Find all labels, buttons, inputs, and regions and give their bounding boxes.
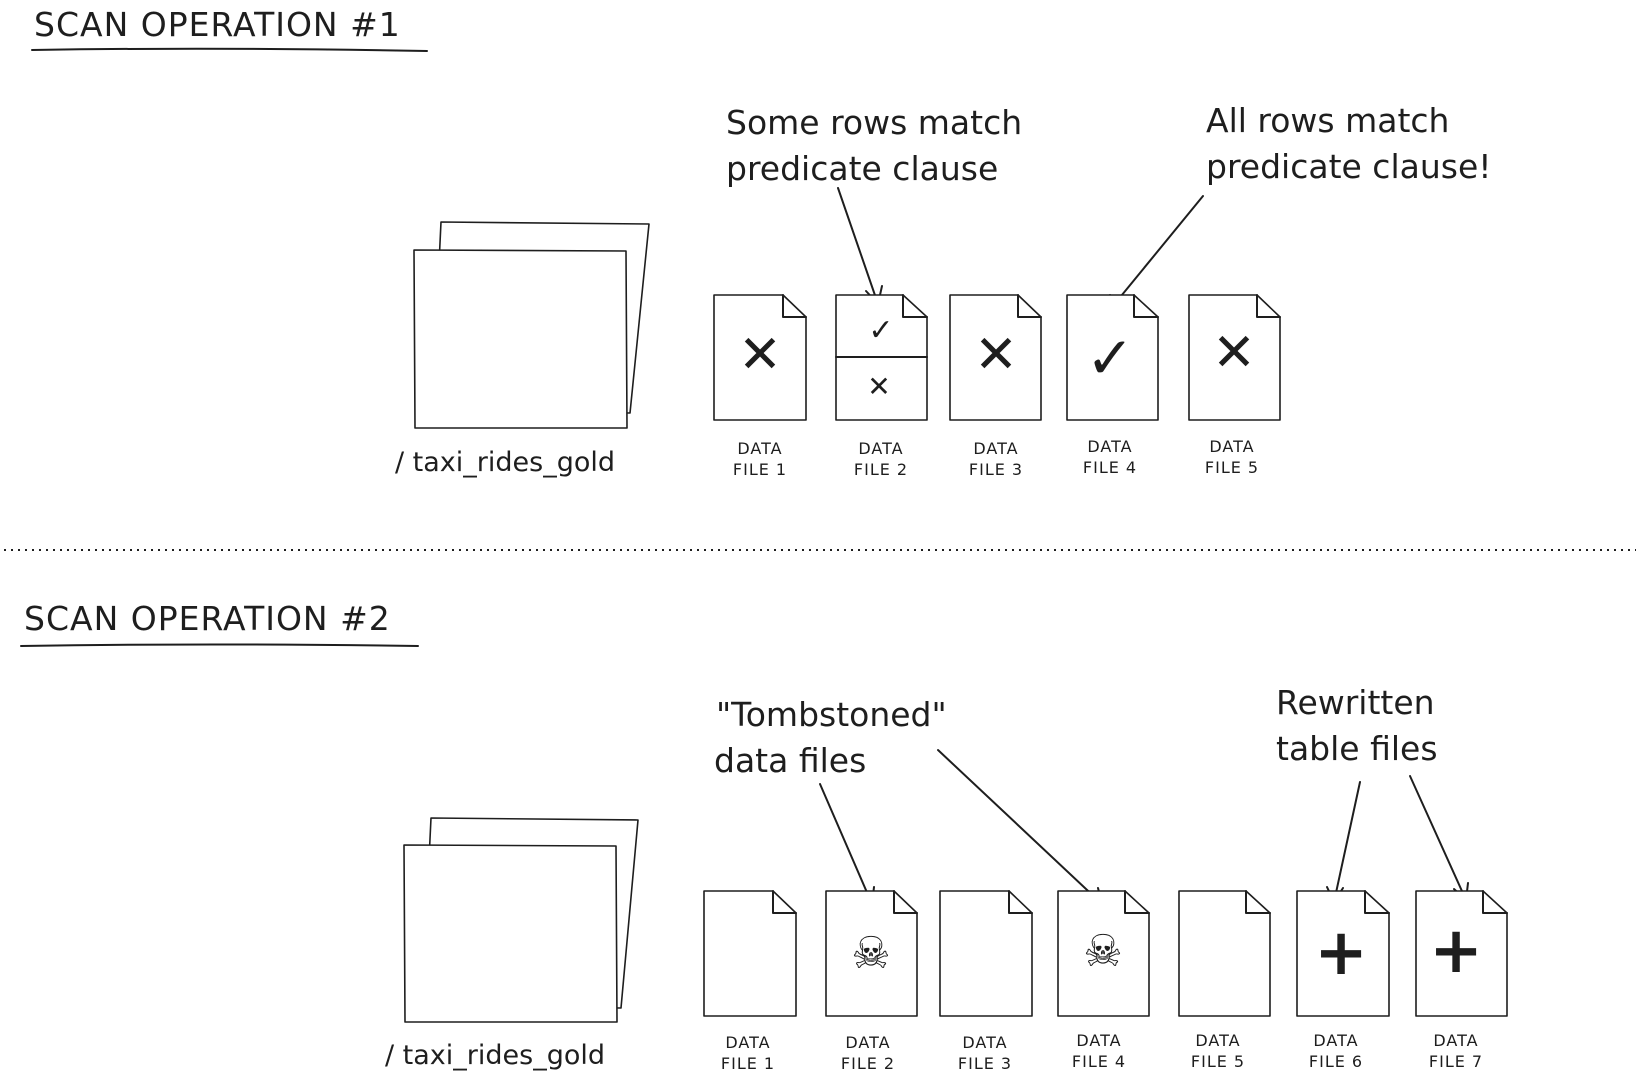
file-label-line-1: DATA <box>845 1033 890 1052</box>
file-label-line-1: DATA <box>858 439 903 458</box>
file-label-line-1: DATA <box>973 439 1018 458</box>
section-2-title: SCAN OPERATION #2 <box>24 599 391 638</box>
file-label-line-1: DATA <box>1087 437 1132 456</box>
section-2-callout-2-line-1: Rewritten <box>1276 683 1435 722</box>
section-2-callout-1-arrow <box>819 783 873 905</box>
section-2-callout-1-arrow-2 <box>937 749 1103 905</box>
section-2-callout-2-line-2: table files <box>1276 729 1438 768</box>
section-1-data-file-3: ✕ DATA FILE 3 <box>949 294 1042 479</box>
section-2-data-file-2: ☠ DATA FILE 2 <box>825 890 918 1073</box>
file-label-line-2: FILE 2 <box>854 460 908 479</box>
file-label-line-2: FILE 1 <box>721 1054 775 1073</box>
section-scan-operation-1: SCAN OPERATION #1 / taxi_rides_gold Some… <box>31 5 1491 479</box>
file-label-line-1: DATA <box>1195 1031 1240 1050</box>
file-label-line-1: DATA <box>962 1033 1007 1052</box>
section-2-data-file-3: DATA FILE 3 <box>939 890 1033 1073</box>
file-sheet <box>703 890 797 1017</box>
section-1-callout-1-arrow <box>837 187 879 305</box>
file-label-line-2: FILE 5 <box>1191 1052 1245 1071</box>
section-2-title-underline <box>20 643 419 647</box>
section-1-title-underline <box>31 47 428 52</box>
section-1-callout-2-line-1: All rows match <box>1206 101 1449 140</box>
file-label-line-2: FILE 3 <box>969 460 1023 479</box>
section-1-data-file-5: ✕ DATA FILE 5 <box>1188 294 1281 477</box>
section-2-data-file-5: DATA FILE 5 <box>1178 890 1271 1071</box>
section-2-data-file-4: ☠ DATA FILE 4 <box>1057 890 1150 1071</box>
file-label-line-2: FILE 4 <box>1072 1052 1126 1071</box>
section-2-folder-label: / taxi_rides_gold <box>385 1040 605 1071</box>
file-label-line-2: FILE 2 <box>841 1054 895 1073</box>
file-label-line-1: DATA <box>737 439 782 458</box>
file-label-line-1: DATA <box>1313 1031 1358 1050</box>
plus-icon: + <box>1314 916 1368 990</box>
x-icon: ✕ <box>1212 323 1256 383</box>
skull-icon: ☠ <box>851 928 890 979</box>
plus-icon: + <box>1429 914 1483 988</box>
x-icon: ✕ <box>738 325 782 385</box>
file-label-line-2: FILE 1 <box>733 460 787 479</box>
section-1-title: SCAN OPERATION #1 <box>34 5 401 44</box>
file-label-line-2: FILE 5 <box>1205 458 1259 477</box>
section-2-callout-2-arrow <box>1333 781 1361 903</box>
check-icon: ✓ <box>1086 324 1135 392</box>
section-1-data-file-1: ✕ DATA FILE 1 <box>713 294 807 479</box>
file-label-line-2: FILE 6 <box>1309 1052 1363 1071</box>
section-scan-operation-2: SCAN OPERATION #2 / taxi_rides_gold "Tom… <box>20 599 1508 1073</box>
section-1-folder-label: / taxi_rides_gold <box>395 447 615 478</box>
x-icon: ✕ <box>974 325 1018 385</box>
section-2-data-file-1: DATA FILE 1 <box>703 890 797 1073</box>
file-label-line-1: DATA <box>1209 437 1254 456</box>
file-label-line-2: FILE 3 <box>958 1054 1012 1073</box>
section-1-folder-icon <box>413 221 650 429</box>
section-1-data-file-2: ✓ ✕ DATA FILE 2 <box>835 294 928 479</box>
skull-icon: ☠ <box>1083 926 1122 977</box>
section-2-callout-2-arrow-2 <box>1409 775 1467 901</box>
section-1-callout-2-line-2: predicate clause! <box>1206 147 1491 186</box>
x-icon: ✕ <box>867 370 890 403</box>
file-label-line-2: FILE 4 <box>1083 458 1137 477</box>
section-2-callout-1-line-2: data files <box>714 741 866 780</box>
check-icon: ✓ <box>868 313 893 348</box>
section-2-folder-icon <box>403 817 639 1023</box>
file-label-line-1: DATA <box>725 1033 770 1052</box>
file-label-line-1: DATA <box>1433 1031 1478 1050</box>
section-1-data-file-4: ✓ DATA FILE 4 <box>1066 294 1159 477</box>
scan-operations-diagram: SCAN OPERATION #1 / taxi_rides_gold Some… <box>4 5 1636 1073</box>
file-sheet <box>939 890 1033 1017</box>
section-2-data-file-7: + DATA FILE 7 <box>1415 890 1508 1071</box>
section-1-callout-1-line-2: predicate clause <box>726 149 998 188</box>
section-2-data-file-6: + DATA FILE 6 <box>1296 890 1390 1071</box>
file-label-line-1: DATA <box>1076 1031 1121 1050</box>
file-label-line-2: FILE 7 <box>1429 1052 1483 1071</box>
section-2-callout-1-line-1: "Tombstoned" <box>716 695 947 734</box>
file-sheet <box>1178 890 1271 1017</box>
section-1-callout-1-line-1: Some rows match <box>726 103 1022 142</box>
